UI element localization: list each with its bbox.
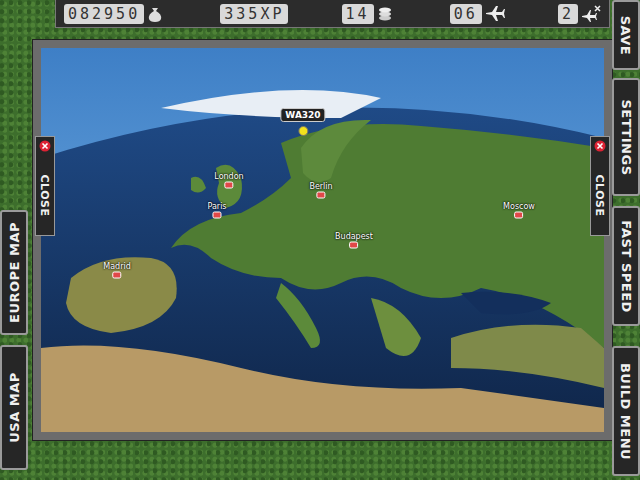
button-label: SETTINGS <box>619 99 634 175</box>
plane-position-icon <box>298 126 308 136</box>
coin-stack-icon <box>377 4 397 24</box>
button-label: CLOSE <box>39 175 52 217</box>
money-bag-icon <box>147 4 167 24</box>
button-label: CLOSE <box>594 175 607 217</box>
close-button[interactable]: CLOSE <box>590 136 610 236</box>
city-pin[interactable]: London <box>214 172 243 189</box>
close-button[interactable]: CLOSE <box>35 136 55 236</box>
hud-planes: 06 <box>450 4 505 24</box>
xp-counter: 335XP <box>220 4 288 24</box>
city-pin[interactable]: Berlin <box>309 182 332 199</box>
button-label: EUROPE MAP <box>7 222 22 323</box>
planes-counter: 06 <box>450 4 482 24</box>
city-name: Madrid <box>103 262 130 271</box>
pin-icon <box>515 212 524 219</box>
side-button[interactable]: BUILD MENU <box>612 346 640 476</box>
hud-money: 082950 <box>64 4 167 24</box>
close-x-icon <box>594 140 606 152</box>
button-label: BUILD MENU <box>619 362 634 459</box>
city-name: Budapest <box>335 232 373 241</box>
europe-map-window: London Paris Berlin Budapest Moscow Madrid WA3… <box>33 40 612 440</box>
runways-counter: 2 <box>558 4 578 24</box>
hud-runways: 2 <box>558 4 601 24</box>
city-pin[interactable]: Budapest <box>335 232 373 249</box>
pin-icon <box>212 212 221 219</box>
pin-icon <box>112 272 121 279</box>
city-name: Paris <box>207 202 226 211</box>
flight-marker[interactable]: WA320 <box>280 108 325 136</box>
hud-xp: 335XP <box>220 4 288 24</box>
side-button[interactable]: EUROPE MAP <box>0 210 28 335</box>
button-label: SAVE <box>619 15 634 54</box>
map-view[interactable]: London Paris Berlin Budapest Moscow Madrid WA3… <box>41 48 604 432</box>
city-name: London <box>214 172 243 181</box>
city-name: Berlin <box>309 182 332 191</box>
pin-icon <box>350 242 359 249</box>
top-bar: 082950 335XP 14 06 2 <box>55 0 610 28</box>
flight-code: WA320 <box>280 108 325 122</box>
runway-icon <box>581 4 601 24</box>
map-image <box>41 48 604 432</box>
city-pin[interactable]: Madrid <box>103 262 130 279</box>
side-button[interactable]: SETTINGS <box>612 78 640 196</box>
button-label: USA MAP <box>7 372 22 443</box>
money-counter: 082950 <box>64 4 144 24</box>
city-name: Moscow <box>503 202 535 211</box>
coins-counter: 14 <box>342 4 374 24</box>
pin-icon <box>224 182 233 189</box>
side-button[interactable]: FAST SPEED <box>612 206 640 326</box>
side-button[interactable]: SAVE <box>612 0 640 70</box>
city-pin[interactable]: Moscow <box>503 202 535 219</box>
close-x-icon <box>39 140 51 152</box>
button-label: FAST SPEED <box>619 220 634 313</box>
hud-coins: 14 <box>342 4 397 24</box>
side-button[interactable]: USA MAP <box>0 345 28 470</box>
city-pin[interactable]: Paris <box>207 202 226 219</box>
pin-icon <box>317 192 326 199</box>
plane-icon <box>485 4 505 24</box>
